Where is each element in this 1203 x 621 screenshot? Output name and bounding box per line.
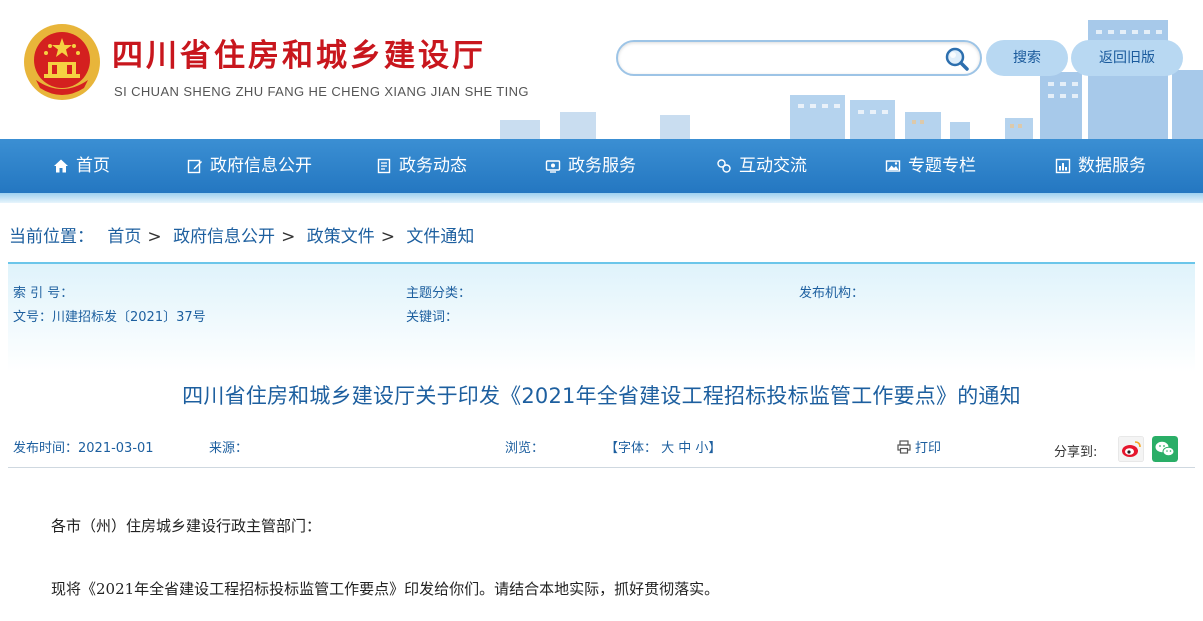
article-title: 四川省住房和城乡建设厅关于印发《2021年全省建设工程招标投标监管工作要点》的通… <box>182 384 1021 408</box>
home-icon <box>54 159 68 173</box>
wechat-icon[interactable] <box>1152 436 1178 462</box>
breadcrumb-item-notices[interactable]: 文件通知 <box>406 227 474 247</box>
printer-icon <box>897 439 911 454</box>
source: 来源： <box>209 441 249 456</box>
site-title: 四川省住房和城乡建设厅 <box>112 38 486 74</box>
breadcrumb-separator: > <box>147 227 162 247</box>
print-button[interactable]: 打印 <box>897 437 941 456</box>
old-version-button[interactable]: 返回旧版 <box>1071 40 1183 76</box>
meta-topic: 主题分类： <box>406 286 472 301</box>
nav-item-services[interactable]: 政务服务 <box>545 139 636 193</box>
meta-publisher: 发布机构： <box>799 286 865 301</box>
breadcrumb: 当前位置： 首页 > 政府信息公开 > 政策文件 > 文件通知 <box>9 222 478 247</box>
nav-label: 专题专栏 <box>908 156 976 176</box>
nav-label: 政务服务 <box>568 156 636 176</box>
meta-doc-no: 文号：川建招标发〔2021〕37号 <box>13 310 206 325</box>
view-count: 浏览： <box>505 441 545 456</box>
image-icon <box>885 160 901 172</box>
site-pinyin: SI CHUAN SHENG ZHU FANG HE CHENG XIANG J… <box>114 84 529 99</box>
breadcrumb-separator: > <box>380 227 395 247</box>
chart-icon <box>1055 158 1071 174</box>
breadcrumb-prefix: 当前位置： <box>9 227 94 247</box>
nav-label: 政务动态 <box>399 156 467 176</box>
nav-label: 政府信息公开 <box>210 156 312 176</box>
breadcrumb-item-gov-info[interactable]: 政府信息公开 <box>173 227 275 247</box>
nav-label: 首页 <box>76 156 110 176</box>
meta-keywords: 关键词： <box>406 310 459 325</box>
nav-label: 互动交流 <box>739 156 807 176</box>
interaction-icon <box>717 159 731 173</box>
breadcrumb-item-home[interactable]: 首页 <box>107 227 141 247</box>
nav-item-home[interactable]: 首页 <box>53 139 110 193</box>
breadcrumb-separator: > <box>281 227 296 247</box>
edit-icon <box>187 159 202 174</box>
site-header: 四川省住房和城乡建设厅 SI CHUAN SHENG ZHU FANG HE C… <box>0 0 1203 139</box>
paragraph-salutation: 各市（州）住房城乡建设行政主管部门： <box>51 517 322 535</box>
nav-shadow-bar <box>0 193 1203 203</box>
nav-item-data[interactable]: 数据服务 <box>1055 139 1146 193</box>
article-info-bar: 发布时间：2021-03-01 来源： 浏览： 【字体： 大 中 小】 打印 分… <box>8 428 1195 468</box>
nav-item-topics[interactable]: 专题专栏 <box>885 139 976 193</box>
nav-item-gov-info[interactable]: 政府信息公开 <box>187 139 312 193</box>
meta-index-no: 索 引 号： <box>13 286 74 301</box>
main-nav: 首页 政府信息公开 政务动态 政务服务 互动交流 专题专栏 数据服务 <box>0 139 1203 193</box>
nav-item-interaction[interactable]: 互动交流 <box>716 139 807 193</box>
weibo-icon[interactable] <box>1118 436 1144 462</box>
service-icon <box>545 160 561 173</box>
paragraph-body: 现将《2021年全省建设工程招标投标监管工作要点》印发给你们。请结合本地实际，抓… <box>51 580 720 598</box>
national-emblem-icon <box>24 24 100 100</box>
breadcrumb-item-policy[interactable]: 政策文件 <box>307 227 375 247</box>
search-input[interactable] <box>632 48 932 70</box>
search-box <box>616 40 982 76</box>
print-label: 打印 <box>915 441 942 456</box>
document-meta-panel: 索 引 号： 主题分类： 发布机构： 文号：川建招标发〔2021〕37号 关键词… <box>8 262 1195 372</box>
publish-time: 发布时间：2021-03-01 <box>13 441 154 456</box>
share-label: 分享到: <box>1054 445 1098 460</box>
search-button[interactable]: 搜索 <box>986 40 1068 76</box>
nav-label: 数据服务 <box>1078 156 1146 176</box>
font-size-selector[interactable]: 【字体： 大 中 小】 <box>605 437 721 456</box>
document-icon <box>377 158 391 174</box>
nav-item-news[interactable]: 政务动态 <box>376 139 467 193</box>
search-icon[interactable] <box>944 46 970 72</box>
